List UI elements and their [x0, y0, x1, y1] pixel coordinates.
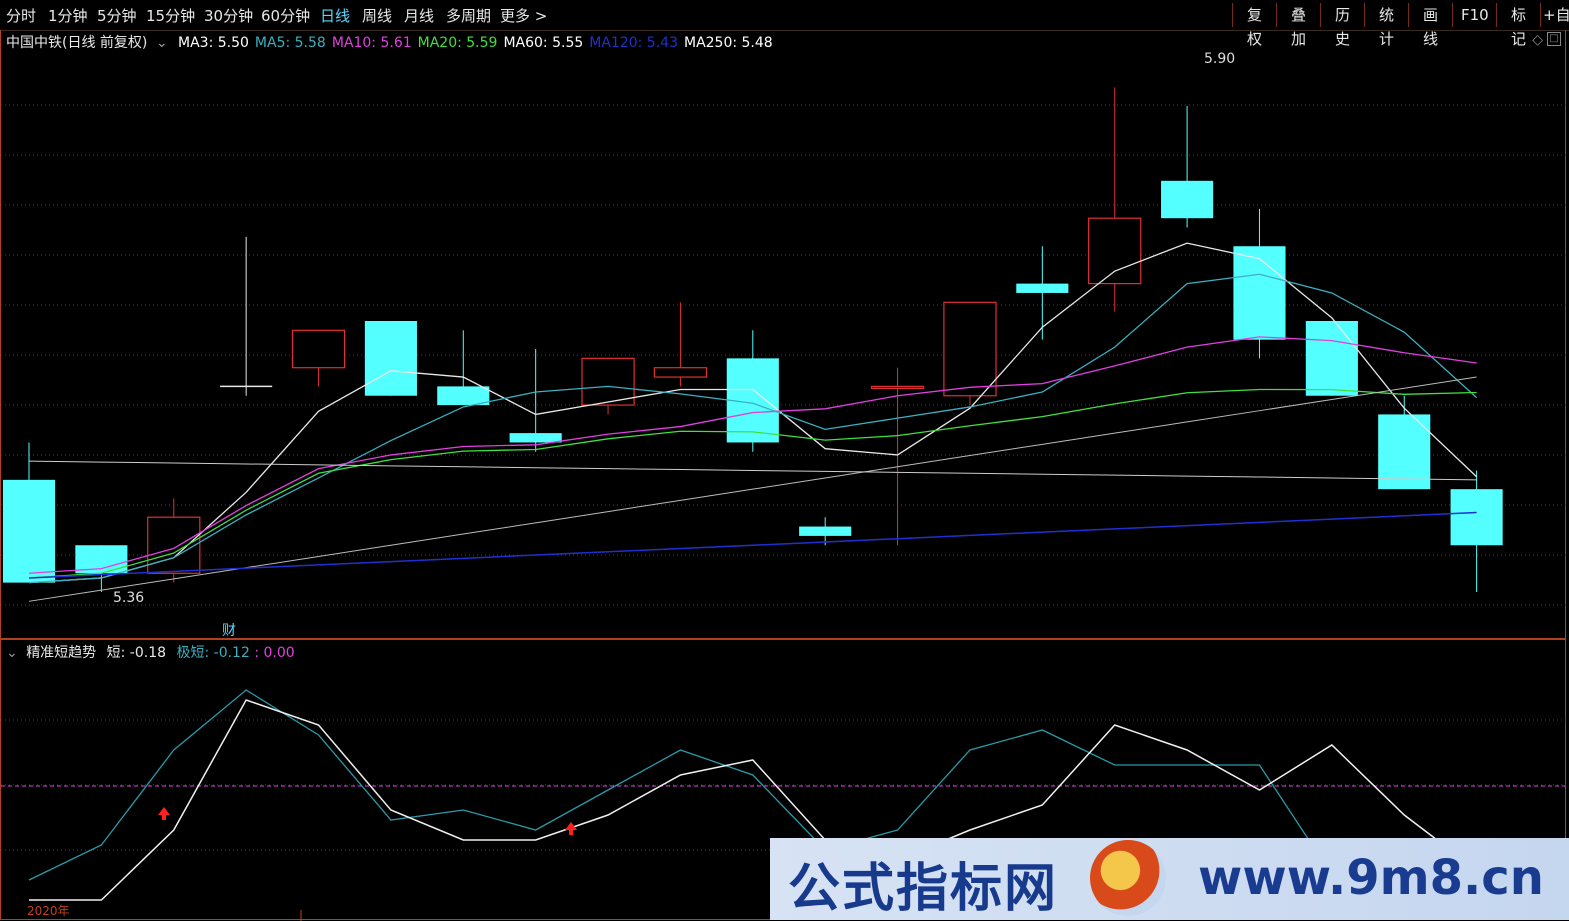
- tab-more-label: 更多: [500, 7, 531, 25]
- candle-body: [437, 386, 490, 406]
- tab-timeshare[interactable]: 分时: [6, 5, 36, 26]
- indicator-legend: ⌄ 精准短趋势 短: -0.18 极短: -0.12 : 0.00: [6, 642, 295, 662]
- candle-body: [799, 526, 852, 536]
- ma-legend-item: MA250: 5.48: [683, 35, 773, 51]
- ma-legend-item: MA5: 5.58: [254, 35, 326, 51]
- watermark-logo: [1090, 840, 1166, 916]
- tab-more[interactable]: 更多 >: [500, 5, 547, 26]
- main-legend: 中国中铁(日线 前复权) ⌄ MA3: 5.50 MA5: 5.58 MA10: 5…: [6, 32, 779, 52]
- add-watchlist-button[interactable]: +自: [1540, 3, 1569, 27]
- candle-body: [870, 385, 925, 389]
- ma-legend-item: MA3: 5.50: [178, 35, 249, 51]
- tab-weekly[interactable]: 周线: [362, 5, 392, 26]
- tab-1min[interactable]: 1分钟: [48, 5, 88, 26]
- candle-body: [509, 433, 562, 443]
- stock-title: 中国中铁(日线 前复权): [6, 35, 148, 51]
- ma-legend-item: MA60: 5.55: [503, 35, 584, 51]
- candle-body: [1088, 217, 1142, 285]
- tab-daily[interactable]: 日线: [320, 5, 350, 26]
- tab-5min[interactable]: 5分钟: [97, 5, 137, 26]
- candle-body: [291, 329, 346, 369]
- candle-body: [943, 301, 997, 397]
- candle-body: [1450, 489, 1503, 546]
- candle-body: [364, 320, 417, 396]
- chevron-right-icon: >: [530, 7, 548, 25]
- ma-legend-list: MA3: 5.50 MA5: 5.58 MA10: 5.61 MA20: 5.59 MA…: [178, 35, 779, 51]
- candle-body: [581, 357, 635, 406]
- mark-button[interactable]: 标记: [1496, 3, 1540, 48]
- overlay-button[interactable]: 叠加: [1276, 3, 1320, 48]
- extreme-short-value: 极短: -0.12: [176, 645, 250, 661]
- history-button[interactable]: 历史: [1320, 3, 1364, 48]
- ma-legend-item: MA120: 5.43: [589, 35, 678, 51]
- tab-30min[interactable]: 30分钟: [204, 5, 253, 26]
- ma120-line: [28, 511, 1477, 579]
- high-price-label: 5.90: [1204, 51, 1236, 67]
- legend-toggle-icon[interactable]: ⌄: [156, 35, 168, 51]
- finance-marker[interactable]: 财: [222, 620, 236, 640]
- buy-arrow-icon: [565, 822, 577, 835]
- main-chart-panel[interactable]: 中国中铁(日线 前复权) ⌄ MA3: 5.50 MA5: 5.58 MA10: 5…: [0, 30, 1567, 640]
- buy-arrow-icon: [158, 807, 170, 820]
- year-label: 2020年: [27, 904, 70, 918]
- candle-body: [1305, 320, 1358, 396]
- ma-legend-item: MA10: 5.61: [331, 35, 412, 51]
- statistics-button[interactable]: 统计: [1364, 3, 1408, 48]
- watermark-banner: 公式指标网 www.9m8.cn: [770, 838, 1569, 920]
- candle-body: [147, 516, 201, 574]
- candle-body: [1161, 180, 1214, 219]
- tab-15min[interactable]: 15分钟: [146, 5, 195, 26]
- expand-icon[interactable]: □: [1547, 32, 1561, 46]
- candle-body: [1016, 283, 1069, 293]
- draw-line-button[interactable]: 画线: [1408, 3, 1452, 48]
- low-price-label: 5.36: [113, 590, 145, 606]
- short-value: 短: -0.18: [106, 645, 167, 661]
- candlestick-chart[interactable]: [1, 30, 1567, 639]
- tab-multi-period[interactable]: 多周期: [446, 5, 491, 26]
- watermark-right-text: www.9m8.cn: [1198, 850, 1544, 906]
- toolbar: 分时 1分钟 5分钟 15分钟 30分钟 60分钟 日线 周线 月线 多周期 更…: [0, 0, 1569, 48]
- zero-line-value: : 0.00: [254, 645, 295, 661]
- diamond-icon[interactable]: ◇: [1532, 32, 1543, 48]
- candle-body: [2, 479, 56, 583]
- candle-body: [653, 367, 708, 378]
- restore-rights-button[interactable]: 复权: [1232, 3, 1276, 48]
- f10-button[interactable]: F10: [1452, 3, 1496, 27]
- watermark-left-text: 公式指标网: [788, 859, 1059, 919]
- ma250-line: [28, 460, 1477, 481]
- tab-60min[interactable]: 60分钟: [261, 5, 310, 26]
- legend-toggle-icon[interactable]: ⌄: [6, 645, 18, 661]
- tab-monthly[interactable]: 月线: [404, 5, 434, 26]
- candle-body: [1233, 246, 1286, 340]
- indicator-name: 精准短趋势: [26, 645, 97, 661]
- ma-legend-item: MA20: 5.59: [417, 35, 498, 51]
